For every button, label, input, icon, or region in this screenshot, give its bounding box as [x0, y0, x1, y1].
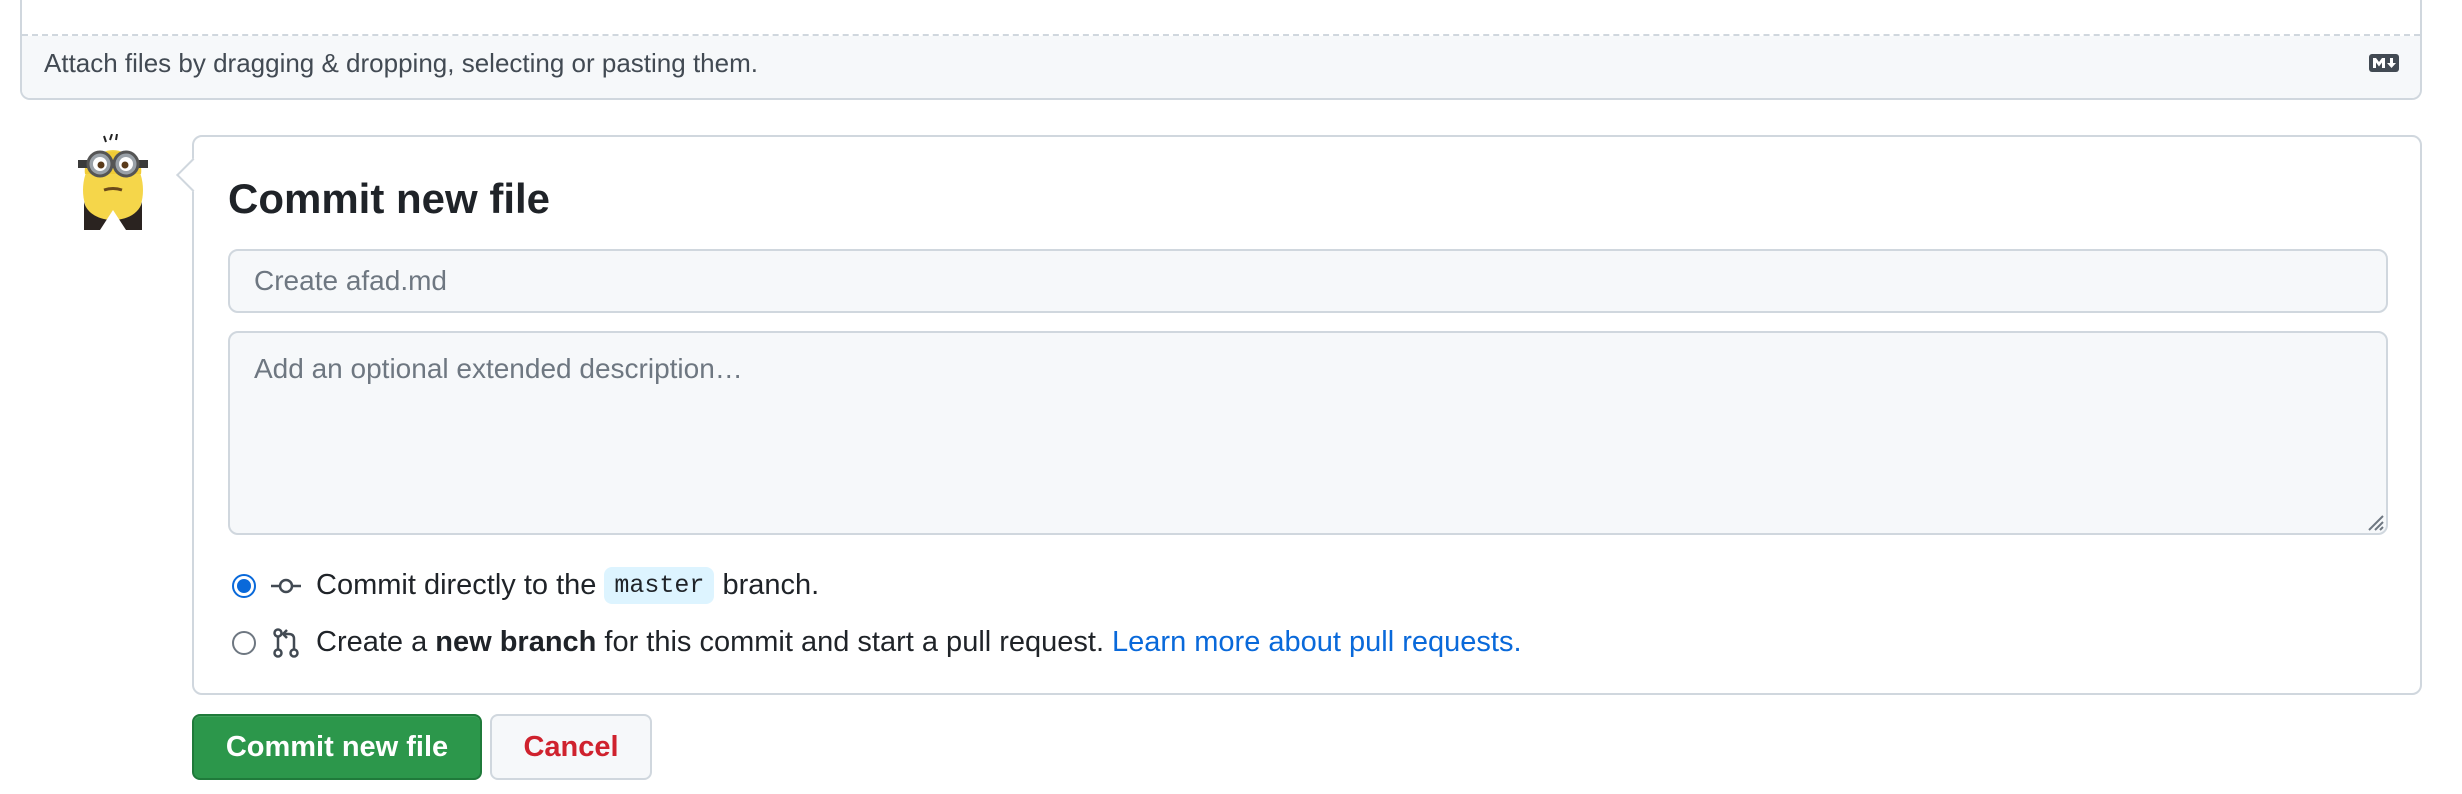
git-commit-icon: [271, 578, 301, 593]
learn-more-pull-requests-link[interactable]: Learn more about pull requests.: [1112, 626, 1521, 659]
new-branch-bold: new branch: [435, 626, 597, 658]
attach-files-text: Attach files by dragging & dropping, sel…: [44, 48, 758, 78]
branch-name-badge: master: [604, 567, 715, 604]
commit-direct-suffix: branch.: [722, 569, 820, 601]
commit-description-textarea[interactable]: [228, 331, 2388, 535]
commit-form: Commit new file Commit directly to the m…: [176, 135, 2422, 695]
new-branch-option[interactable]: Create a new branch for this commit and …: [232, 626, 1522, 659]
commit-summary-input[interactable]: [228, 249, 2388, 313]
commit-direct-option[interactable]: Commit directly to the master branch.: [232, 567, 819, 604]
commit-direct-radio[interactable]: [232, 573, 256, 598]
commit-title: Commit new file: [228, 175, 551, 222]
minion-avatar-icon[interactable]: [70, 134, 156, 232]
new-branch-suffix: for this commit and start a pull request…: [604, 626, 1105, 658]
resize-grip-icon[interactable]: [2364, 511, 2384, 531]
dashed-divider: [22, 34, 2420, 36]
cancel-button[interactable]: Cancel: [490, 714, 652, 780]
new-branch-radio[interactable]: [232, 630, 256, 655]
new-branch-prefix: Create a: [316, 626, 428, 658]
speech-caret: [176, 158, 210, 192]
markdown-icon: [2369, 54, 2399, 72]
commit-direct-text: Commit directly to the: [316, 569, 597, 601]
commit-new-file-button[interactable]: Commit new file: [192, 714, 482, 780]
file-attachment-bar[interactable]: Attach files by dragging & dropping, sel…: [20, 0, 2422, 100]
git-pull-request-icon: [273, 627, 299, 658]
